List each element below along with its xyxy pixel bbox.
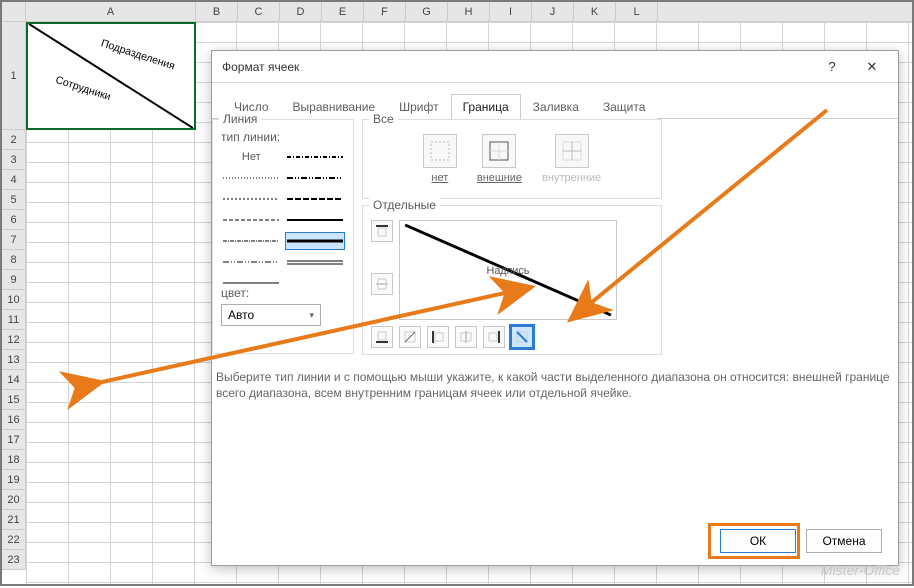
row-header-20[interactable]: 20 [2, 490, 26, 510]
group-line: Линия тип линии: Нет цвет: [212, 119, 354, 354]
linetype-2[interactable] [221, 190, 282, 208]
preset-outer-button[interactable] [482, 134, 516, 168]
row-header-7[interactable]: 7 [2, 230, 26, 250]
dialog-title: Формат ячеек [222, 60, 812, 74]
border-preview[interactable]: Надпись [399, 220, 617, 320]
row-header-2[interactable]: 2 [2, 130, 26, 150]
linetype-11[interactable] [285, 211, 346, 229]
col-header-h[interactable]: H [448, 2, 490, 21]
row-header-4[interactable]: 4 [2, 170, 26, 190]
ok-button[interactable]: ОК [720, 529, 796, 553]
col-header-f[interactable]: F [364, 2, 406, 21]
group-separate: Отдельные Надпись [362, 205, 662, 355]
col-header-k[interactable]: K [574, 2, 616, 21]
row-header-1[interactable]: 1 [2, 22, 26, 130]
row-header-6[interactable]: 6 [2, 210, 26, 230]
border-right-button[interactable] [483, 326, 505, 348]
col-header-a[interactable]: A [26, 2, 196, 21]
linetype-10[interactable] [285, 190, 346, 208]
border-left-button[interactable] [427, 326, 449, 348]
group-presets: Все нет внешние [362, 119, 662, 199]
group-presets-legend: Все [369, 112, 398, 126]
linetype-1[interactable] [221, 169, 282, 187]
preset-inner-button[interactable] [555, 134, 589, 168]
col-header-g[interactable]: G [406, 2, 448, 21]
tab-3[interactable]: Граница [451, 94, 521, 119]
row-header-21[interactable]: 21 [2, 510, 26, 530]
cancel-button[interactable]: Отмена [806, 529, 882, 553]
row-header-22[interactable]: 22 [2, 530, 26, 550]
preset-outer-caption: внешние [477, 172, 522, 184]
col-header-c[interactable]: C [238, 2, 280, 21]
preset-none-button[interactable] [423, 134, 457, 168]
row-header-11[interactable]: 11 [2, 310, 26, 330]
cell-a1-top-label: Подразделения [99, 37, 176, 72]
border-diag-up-button[interactable] [399, 326, 421, 348]
linetype-label: тип линии: [221, 130, 345, 144]
linetype-3[interactable] [221, 211, 282, 229]
linetype-13[interactable] [285, 253, 346, 271]
tab-strip: ЧислоВыравниваниеШрифтГраницаЗаливкаЗащи… [212, 83, 898, 119]
row-header-13[interactable]: 13 [2, 350, 26, 370]
row-header-17[interactable]: 17 [2, 430, 26, 450]
border-middle-v-button[interactable] [455, 326, 477, 348]
col-header-d[interactable]: D [280, 2, 322, 21]
color-value: Авто [228, 308, 254, 322]
linetype-7[interactable] [285, 274, 346, 292]
hint-text: Выберите тип линии и с помощью мыши укаж… [212, 369, 898, 401]
color-dropdown[interactable]: Авто ▾ [221, 304, 321, 326]
format-cells-dialog: Формат ячеек ? ✕ ЧислоВыравниваниеШрифтГ… [211, 50, 899, 566]
group-line-legend: Линия [219, 112, 261, 126]
row-header-14[interactable]: 14 [2, 370, 26, 390]
linetype-list: Нет [221, 148, 345, 278]
tab-5[interactable]: Защита [591, 94, 658, 119]
group-separate-legend: Отдельные [369, 198, 440, 212]
row-header-23[interactable]: 23 [2, 550, 26, 570]
border-middle-h-button[interactable] [371, 273, 393, 295]
row-header-3[interactable]: 3 [2, 150, 26, 170]
linetype-none[interactable]: Нет [221, 148, 282, 166]
dialog-titlebar[interactable]: Формат ячеек ? ✕ [212, 51, 898, 83]
border-diag-down-button[interactable] [511, 326, 533, 348]
col-header-i[interactable]: I [490, 2, 532, 21]
help-button[interactable]: ? [812, 51, 852, 83]
cell-a1-bottom-label: Сотрудники [54, 74, 112, 103]
row-header-5[interactable]: 5 [2, 190, 26, 210]
linetype-8[interactable] [285, 148, 346, 166]
row-header-19[interactable]: 19 [2, 470, 26, 490]
border-top-button[interactable] [371, 220, 393, 242]
tab-4[interactable]: Заливка [521, 94, 591, 119]
row-header-10[interactable]: 10 [2, 290, 26, 310]
svg-text:Надпись: Надпись [487, 265, 530, 277]
col-header-j[interactable]: J [532, 2, 574, 21]
row-header-15[interactable]: 15 [2, 390, 26, 410]
col-header-e[interactable]: E [322, 2, 364, 21]
row-header-9[interactable]: 9 [2, 270, 26, 290]
chevron-down-icon: ▾ [309, 310, 314, 321]
linetype-9[interactable] [285, 169, 346, 187]
linetype-5[interactable] [221, 253, 282, 271]
linetype-12-selected[interactable] [285, 232, 346, 250]
col-header-l[interactable]: L [616, 2, 658, 21]
cell-a1[interactable]: Подразделения Сотрудники [26, 22, 196, 130]
row-header-12[interactable]: 12 [2, 330, 26, 350]
border-bottom-button[interactable] [371, 326, 393, 348]
preset-none-caption: нет [431, 172, 448, 184]
row-header-8[interactable]: 8 [2, 250, 26, 270]
close-button[interactable]: ✕ [852, 51, 892, 83]
col-header-b[interactable]: B [196, 2, 238, 21]
row-header-18[interactable]: 18 [2, 450, 26, 470]
row-header-16[interactable]: 16 [2, 410, 26, 430]
linetype-4[interactable] [221, 232, 282, 250]
preset-inner-caption: внутренние [542, 172, 601, 184]
